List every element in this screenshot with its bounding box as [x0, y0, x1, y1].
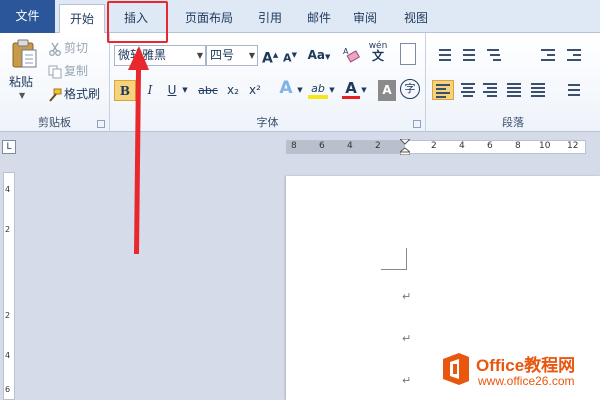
change-case-button[interactable]: Aa▼ — [306, 45, 332, 66]
h-ruler-number: 10 — [539, 141, 551, 151]
paragraph-mark: ↵ — [402, 374, 412, 387]
bullets-icon[interactable] — [434, 45, 452, 65]
char-border-icon[interactable] — [400, 43, 416, 65]
italic-button[interactable]: I — [140, 80, 160, 101]
clipboard-group: 粘贴 ▼ 剪切 复制 格式刷 剪贴板 — [0, 33, 110, 132]
text-effect-dropdown-icon[interactable]: ▼ — [296, 80, 304, 101]
superscript-button[interactable]: x² — [246, 80, 264, 101]
margin-corner-mark — [381, 248, 407, 270]
underline-dropdown-icon[interactable]: ▼ — [180, 80, 190, 101]
paragraph-group-label: 段落 — [502, 116, 524, 129]
font-group-label: 字体 — [256, 116, 279, 129]
copy-label: 复制 — [64, 64, 89, 78]
h-ruler-number: 2 — [431, 141, 437, 151]
distributed-icon[interactable] — [528, 80, 546, 100]
tab-home[interactable]: 开始 — [59, 4, 105, 34]
v-ruler-number: 2 — [5, 311, 11, 320]
bold-button[interactable]: B — [114, 80, 136, 101]
cut-button[interactable]: 剪切 — [48, 38, 88, 58]
tab-page-layout[interactable]: 页面布局 — [170, 4, 248, 33]
highlight-button[interactable]: ab — [308, 78, 328, 99]
shrink-font-icon[interactable]: A▼ — [282, 45, 298, 66]
align-right-icon[interactable] — [480, 80, 498, 100]
copy-icon — [48, 65, 62, 78]
tab-file[interactable]: 文件 — [0, 0, 55, 33]
tab-mailings[interactable]: 邮件 — [296, 4, 342, 33]
h-ruler-number: 2 — [375, 141, 381, 151]
watermark-url: www.office26.com — [478, 374, 575, 388]
tab-review[interactable]: 审阅 — [342, 4, 388, 33]
enclose-char-button[interactable]: 字 — [400, 79, 420, 99]
font-size-combo[interactable]: 四号 ▼ — [206, 45, 258, 66]
horizontal-ruler: 8 6 4 2 2 4 6 8 10 12 — [286, 139, 586, 155]
increase-indent-icon[interactable] — [564, 45, 582, 65]
h-ruler-number: 6 — [319, 141, 325, 151]
tab-selector[interactable]: L — [2, 140, 16, 154]
strikethrough-button[interactable]: abc — [196, 80, 220, 101]
text-effect-button[interactable]: A — [276, 78, 296, 99]
align-left-icon[interactable] — [432, 80, 454, 100]
indent-marker-icon[interactable] — [400, 139, 410, 155]
font-name-combo[interactable]: 微软雅黑 ▼ — [114, 45, 206, 66]
tab-view[interactable]: 视图 — [392, 4, 440, 33]
ribbon-tab-bar: 文件 开始 插入 页面布局 引用 邮件 审阅 视图 — [0, 0, 600, 34]
font-size-value: 四号 — [210, 48, 235, 62]
watermark-name: Office教程网 — [476, 356, 576, 375]
font-launcher-icon[interactable] — [413, 120, 421, 128]
format-painter-button[interactable]: 格式刷 — [48, 84, 100, 104]
highlight-dropdown-icon[interactable]: ▼ — [328, 80, 336, 101]
paste-button[interactable]: 粘贴 — [9, 73, 33, 90]
decrease-indent-icon[interactable] — [538, 45, 556, 65]
v-ruler-number: 6 — [5, 385, 11, 394]
numbering-icon[interactable] — [458, 45, 476, 65]
char-shading-button[interactable]: A — [378, 80, 396, 101]
font-color-button[interactable]: A — [342, 78, 360, 99]
insert-tab-highlight — [107, 1, 168, 43]
grow-font-icon[interactable]: A▲ — [262, 45, 278, 67]
scissors-icon — [49, 42, 61, 56]
clipboard-group-label: 剪贴板 — [38, 116, 71, 129]
line-spacing-icon[interactable] — [560, 80, 586, 100]
paragraph-mark: ↵ — [402, 290, 412, 303]
format-painter-label: 格式刷 — [64, 87, 101, 101]
tab-references[interactable]: 引用 — [248, 4, 292, 33]
svg-text:A: A — [343, 47, 349, 56]
font-color-dropdown-icon[interactable]: ▼ — [360, 80, 368, 101]
align-center-icon[interactable] — [458, 80, 476, 100]
v-ruler-number: 2 — [5, 225, 11, 234]
phonetic-guide-button[interactable]: wén 文 — [366, 41, 390, 62]
ribbon-home: 粘贴 ▼ 剪切 复制 格式刷 剪贴板 微软雅黑 ▼ 四号 ▼ A▲ A▼ Aa▼… — [0, 33, 600, 132]
h-ruler-number: 6 — [487, 141, 493, 151]
justify-icon[interactable] — [504, 80, 522, 100]
multilevel-list-icon[interactable] — [484, 45, 502, 65]
font-name-dropdown-icon[interactable]: ▼ — [197, 46, 203, 65]
v-ruler-number: 4 — [5, 351, 11, 360]
paragraph-group: 段落 — [426, 33, 600, 132]
brush-icon — [49, 88, 62, 102]
paragraph-mark: ↵ — [402, 332, 412, 345]
copy-button[interactable]: 复制 — [48, 61, 88, 81]
font-name-value: 微软雅黑 — [118, 48, 167, 62]
h-ruler-number: 4 — [347, 141, 353, 151]
v-ruler-number: 4 — [5, 185, 11, 194]
office-logo-icon — [443, 353, 469, 385]
subscript-button[interactable]: x₂ — [224, 80, 242, 101]
underline-button[interactable]: U — [164, 80, 180, 101]
h-ruler-number: 8 — [515, 141, 521, 151]
cut-label: 剪切 — [64, 41, 89, 55]
font-size-dropdown-icon[interactable]: ▼ — [249, 46, 255, 65]
paste-icon[interactable] — [12, 39, 38, 69]
change-case-label: Aa — [307, 48, 325, 62]
paste-dropdown-icon[interactable]: ▼ — [19, 91, 25, 100]
h-ruler-number: 8 — [291, 141, 297, 151]
vertical-ruler: 4 2 2 4 6 — [3, 172, 15, 400]
eraser-icon[interactable]: A — [342, 45, 360, 65]
clipboard-launcher-icon[interactable] — [97, 120, 105, 128]
h-ruler-number: 4 — [459, 141, 465, 151]
h-ruler-number: 12 — [567, 141, 579, 151]
font-group: 微软雅黑 ▼ 四号 ▼ A▲ A▼ Aa▼ A wén 文 B I U ▼ abc… — [110, 33, 426, 132]
